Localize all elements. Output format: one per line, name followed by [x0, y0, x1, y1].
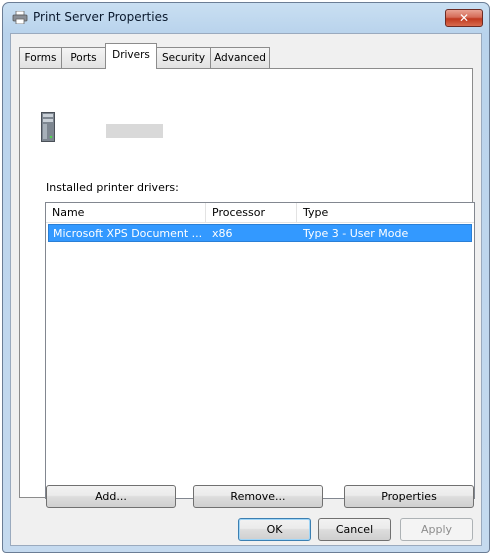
tab-security[interactable]: Security — [156, 47, 211, 68]
list-header: Name Processor Type — [46, 203, 474, 223]
driver-properties-button[interactable]: Properties — [344, 485, 474, 508]
printer-icon — [12, 11, 28, 24]
column-header-type[interactable]: Type — [297, 203, 474, 223]
tab-ports[interactable]: Ports — [61, 47, 106, 68]
tab-drivers[interactable]: Drivers — [105, 43, 157, 69]
drivers-list[interactable]: Name Processor Type Microsoft XPS Docume… — [45, 202, 475, 499]
tab-forms[interactable]: Forms — [19, 47, 62, 68]
tab-advanced[interactable]: Advanced — [210, 47, 270, 68]
close-icon: ✕ — [458, 11, 470, 25]
ok-button[interactable]: OK — [238, 518, 311, 541]
driver-row-selected[interactable]: Microsoft XPS Document ... x86 Type 3 - … — [48, 224, 472, 242]
remove-driver-button[interactable]: Remove... — [193, 485, 323, 508]
server-icon — [41, 112, 55, 142]
column-header-processor[interactable]: Processor — [206, 203, 297, 223]
driver-type-cell: Type 3 - User Mode — [303, 227, 409, 240]
driver-processor-cell: x86 — [212, 227, 233, 240]
window-title: Print Server Properties — [33, 10, 169, 24]
close-button[interactable]: ✕ — [445, 9, 483, 27]
driver-name-cell: Microsoft XPS Document ... — [53, 227, 203, 240]
add-driver-button[interactable]: Add... — [46, 485, 176, 508]
print-server-properties-window: Print Server Properties ✕ Forms Ports Dr… — [2, 2, 490, 553]
cancel-button[interactable]: Cancel — [318, 518, 391, 541]
drivers-tab-panel: Installed printer drivers: Name Processo… — [19, 68, 475, 508]
title-bar[interactable]: Print Server Properties ✕ — [3, 3, 489, 31]
apply-button[interactable]: Apply — [400, 518, 473, 541]
server-name-redacted — [106, 124, 163, 138]
dialog-client-area: Forms Ports Drivers Security Advanced In… — [10, 33, 482, 546]
installed-drivers-label: Installed printer drivers: — [46, 181, 179, 194]
column-header-name[interactable]: Name — [46, 203, 206, 223]
